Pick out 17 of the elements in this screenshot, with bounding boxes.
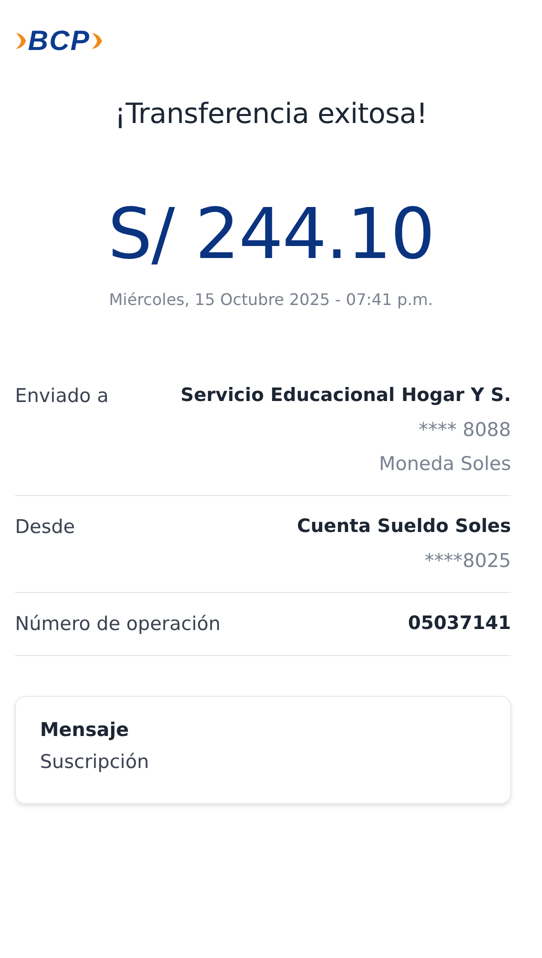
detail-value: Cuenta Sueldo Soles [297, 515, 511, 539]
chevron-icon [91, 31, 104, 51]
detail-value: Moneda Soles [378, 452, 511, 477]
detail-label: Desde [15, 515, 75, 540]
detail-value: 05037141 [408, 612, 511, 636]
date-time: Miércoles, 15 Octubre 2025 - 07:41 p.m. [108, 290, 434, 309]
message-title: Mensaje [40, 719, 130, 741]
chevron-icon [15, 31, 27, 51]
detail-label: Número de operación [15, 612, 221, 637]
logo-text: BCP [28, 27, 90, 55]
amount: S/ 244.10 [106, 194, 436, 274]
detail-label: Enviado a [15, 384, 109, 409]
detail-value: **** 8088 [418, 418, 511, 443]
detail-value: ****8025 [424, 549, 511, 574]
detail-value: Servicio Educacional Hogar Y S. [180, 384, 511, 408]
message-text: Suscripción [40, 751, 150, 773]
success-title: ¡Transferencia exitosa! [114, 97, 428, 130]
